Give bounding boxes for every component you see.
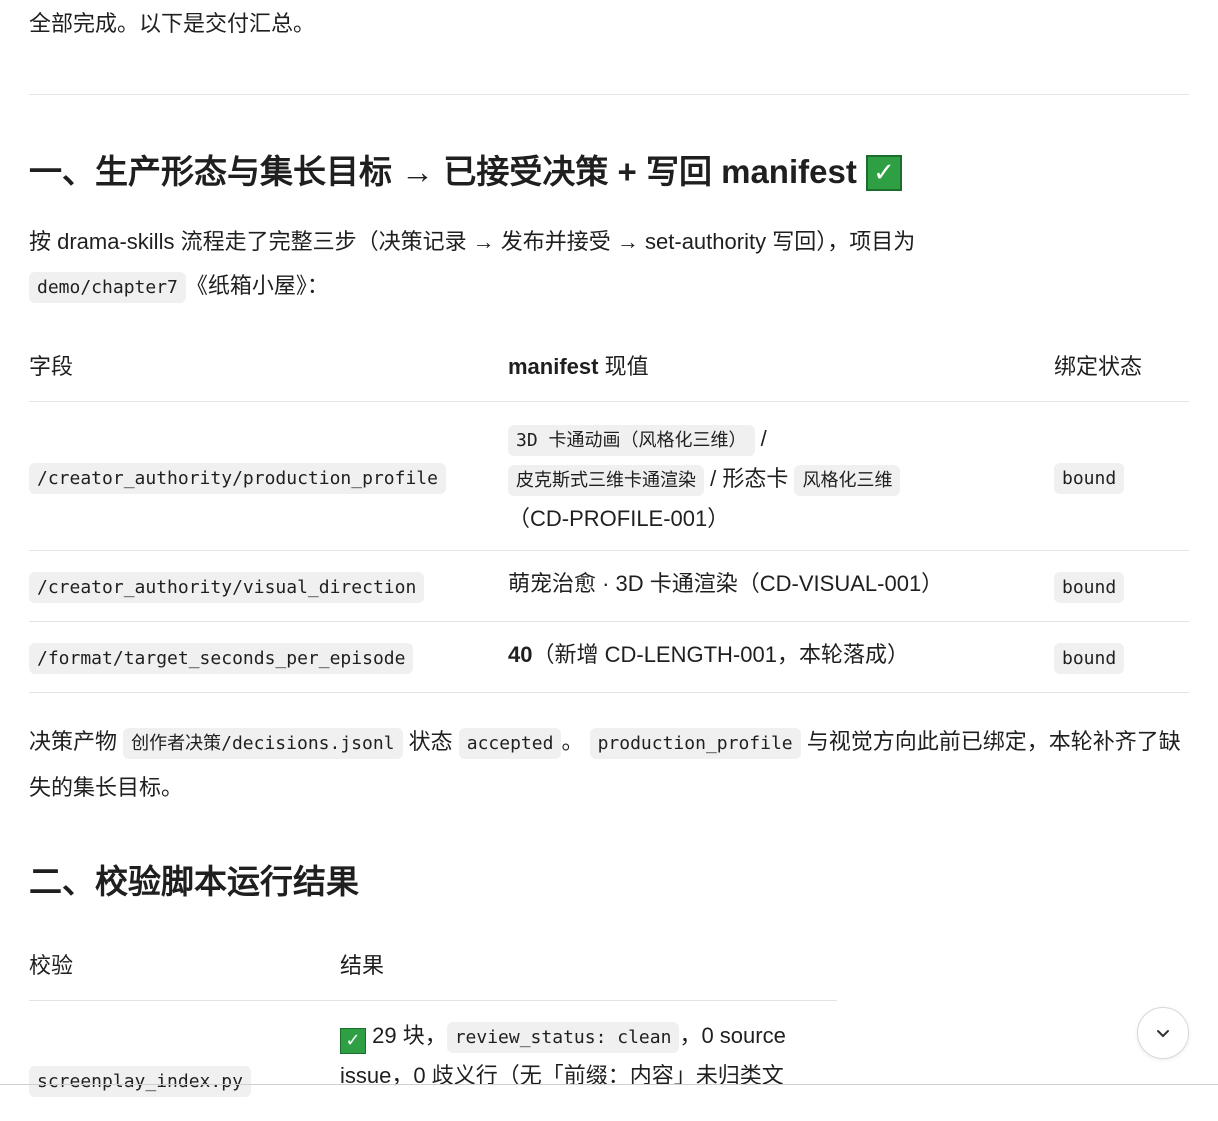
note-code: production_profile (589, 728, 801, 759)
value-text: / 形态卡 (704, 466, 795, 491)
status-cell: bound (1054, 567, 1125, 607)
header-value-suffix: 现值 (604, 354, 649, 379)
field-path-code: /creator_authority/visual_direction (29, 572, 425, 603)
chevron-down-icon (1157, 1030, 1169, 1037)
status-cell: bound (1054, 638, 1125, 678)
field-path-code: /creator_authority/production_profile (29, 463, 446, 494)
header-status: 绑定状态 (1054, 354, 1143, 379)
result-code: review_status: clean (446, 1022, 680, 1053)
table-row: /format/target_seconds_per_episode 40（新增… (29, 622, 1189, 693)
section-1-heading: 一、生产形态与集长目标 → 已接受决策 + 写回 manifest ✓ (29, 150, 902, 194)
scroll-to-bottom-button[interactable] (1137, 1007, 1189, 1059)
check-mark-icon: ✓ (340, 1028, 366, 1054)
value-number: 40 (508, 642, 533, 667)
value-cell: 萌宠治愈 · 3D 卡通渲染（CD-VISUAL-001） (508, 571, 944, 596)
composer-top-border (0, 1084, 1218, 1085)
section-1-paragraph: 按 drama-skills 流程走了完整三步（决策记录 → 发布并接受 → s… (29, 220, 1189, 310)
table-row: screenplay_index.py ✓ 29 块， review_status… (29, 1001, 837, 1121)
intro-text: 全部完成。以下是交付汇总。 (29, 11, 316, 36)
table-row: /creator_authority/visual_direction 萌宠治愈… (29, 551, 1189, 622)
status-badge: bound (1054, 572, 1125, 603)
result-text: 29 块， (366, 1023, 447, 1048)
script-name-code: screenplay_index.py (29, 1066, 251, 1097)
field-path-code: /format/target_seconds_per_episode (29, 643, 414, 674)
value-cell: 40（新增 CD-LENGTH-001，本轮落成） (508, 636, 909, 674)
value-cell: 3D 卡通动画（风格化三维） / 皮克斯式三维卡通渲染 / 形态卡 风格化三维 … (508, 420, 1028, 538)
value-code: 3D 卡通动画（风格化三维） (508, 425, 755, 456)
table-header-row: 校验 结果 (29, 944, 837, 1001)
result-text: ，0 source (679, 1023, 786, 1048)
decision-note: 决策产物 创作者决策/decisions.jsonl 状态 accepted。 … (29, 720, 1189, 810)
check-mark-icon: ✓ (866, 155, 902, 191)
status-badge: bound (1054, 463, 1125, 494)
note-code: accepted (458, 728, 562, 759)
paragraph-text: 按 drama-skills 流程走了完整三步（决策记录 → 发布并接受 → s… (29, 229, 916, 254)
value-text: / (754, 426, 767, 451)
value-text: （CD-PROFILE-001） (508, 506, 730, 531)
value-code: 风格化三维 (794, 465, 901, 496)
status-cell: bound (1054, 458, 1125, 498)
project-name: 《纸箱小屋》： (185, 273, 329, 298)
field-cell: /creator_authority/visual_direction (29, 567, 425, 607)
header-field: 字段 (29, 354, 74, 379)
status-badge: bound (1054, 643, 1125, 674)
header-check: 校验 (29, 953, 74, 978)
note-text: 决策产物 (29, 729, 124, 754)
field-cell: /creator_authority/production_profile (29, 458, 446, 498)
table-header-row: 字段 manifest 现值 绑定状态 (29, 340, 1189, 402)
check-cell: screenplay_index.py (29, 1061, 251, 1101)
note-text: 状态 (402, 729, 459, 754)
section-2-heading: 二、校验脚本运行结果 (29, 863, 359, 900)
note-text: 。 (561, 729, 590, 754)
header-result: 结果 (340, 953, 385, 978)
note-code: 创作者决策/decisions.jsonl (123, 728, 403, 759)
value-code: 皮克斯式三维卡通渲染 (508, 465, 704, 496)
field-cell: /format/target_seconds_per_episode (29, 638, 414, 678)
section-1-title: 一、生产形态与集长目标 → 已接受决策 + 写回 manifest (29, 153, 857, 190)
header-value: manifest 现值 (508, 354, 649, 379)
divider (29, 94, 1189, 95)
value-text: （新增 CD-LENGTH-001，本轮落成） (532, 642, 909, 667)
project-path-code: demo/chapter7 (29, 272, 186, 303)
table-row: /creator_authority/production_profile 3D… (29, 402, 1189, 551)
